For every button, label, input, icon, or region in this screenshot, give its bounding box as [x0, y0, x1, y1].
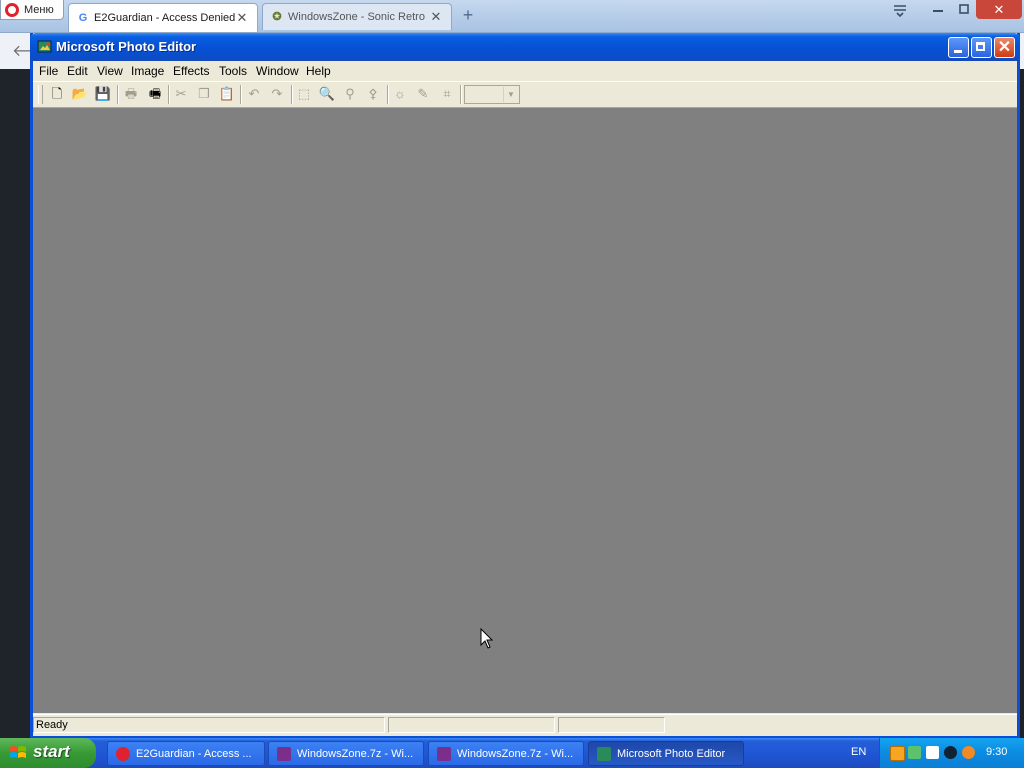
toolbar-separator: [387, 85, 389, 104]
chevron-down-icon[interactable]: ▼: [503, 87, 518, 102]
photo-editor-app-icon: [597, 746, 611, 761]
cut-icon[interactable]: ✂: [171, 85, 191, 103]
new-tab-button[interactable]: +: [459, 6, 477, 24]
media-icon[interactable]: [944, 746, 957, 759]
start-label: start: [33, 742, 70, 761]
menu-view[interactable]: View: [97, 64, 123, 78]
taskbar-item-photo-editor[interactable]: Microsoft Photo Editor: [588, 741, 744, 766]
tab-menu-icon[interactable]: [888, 2, 912, 18]
menu-effects[interactable]: Effects: [173, 64, 209, 78]
open-icon[interactable]: 📂: [70, 85, 90, 103]
language-indicator[interactable]: EN: [851, 746, 866, 758]
maximize-button[interactable]: [971, 37, 992, 58]
tab-title: E2Guardian - Access Denied: [94, 12, 235, 24]
clock: 9:30: [986, 746, 1008, 758]
zoom-icon[interactable]: 🔍: [317, 85, 337, 103]
browser-minimize-button[interactable]: [926, 2, 950, 18]
undo-icon[interactable]: ↶: [244, 85, 264, 103]
search-icon[interactable]: [962, 746, 975, 759]
new-icon[interactable]: 🗋: [47, 85, 67, 103]
transparency-icon[interactable]: ☼: [390, 85, 410, 103]
stamp-icon[interactable]: ⚲: [340, 85, 360, 103]
taskbar-item-winrar-1[interactable]: WindowsZone.7z - Wi...: [268, 741, 424, 766]
status-pane-2: [388, 717, 555, 733]
opera-icon: [116, 746, 130, 761]
sonic-retro-favicon-icon: ✪: [272, 11, 282, 23]
menu-tools[interactable]: Tools: [219, 64, 247, 78]
menu-help[interactable]: Help: [306, 64, 331, 78]
paste-icon[interactable]: 📋: [217, 85, 237, 103]
winrar-icon: [277, 746, 291, 761]
network-icon[interactable]: [908, 746, 921, 759]
browser-restore-button[interactable]: [952, 2, 976, 18]
close-icon: ✕: [997, 39, 1012, 56]
browser-close-button[interactable]: ✕: [976, 0, 1022, 19]
menu-image[interactable]: Image: [131, 64, 164, 78]
copy-icon[interactable]: ❐: [194, 85, 214, 103]
toolbar: 🗋 📂 💾 🖶 🖷 ✂ ❐ 📋 ↶ ↷ ⬚ 🔍 ⚲ ⚴ ☼ ✎ ⌗ ▼: [33, 81, 1017, 108]
status-pane-3: [558, 717, 665, 733]
status-text: Ready: [33, 717, 385, 733]
redo-icon[interactable]: ↷: [267, 85, 287, 103]
browser-page-background: [0, 69, 30, 739]
toolbar-separator: [240, 85, 242, 104]
task-label: Microsoft Photo Editor: [617, 747, 726, 760]
photo-editor-app-icon: [37, 40, 52, 53]
menu-file[interactable]: File: [39, 64, 58, 78]
browser-menu-button[interactable]: Меню: [0, 0, 64, 20]
window-title: Microsoft Photo Editor: [56, 39, 197, 54]
browser-tab-windowszone[interactable]: ✪ WindowsZone - Sonic Retro ✕: [262, 3, 452, 30]
close-button[interactable]: ✕: [994, 37, 1015, 58]
browser-menu-label: Меню: [24, 3, 54, 16]
scan-icon[interactable]: 🖷: [145, 85, 165, 103]
toolbar-separator: [460, 85, 462, 104]
menu-window[interactable]: Window: [256, 64, 299, 78]
task-label: E2Guardian - Access ...: [136, 747, 252, 760]
zoom-dropdown[interactable]: ▼: [464, 85, 520, 104]
menu-bar: File Edit View Image Effects Tools Windo…: [33, 61, 1017, 80]
start-button[interactable]: start: [0, 738, 96, 768]
tab-title: WindowsZone - Sonic Retro: [288, 11, 425, 23]
tray-app-icon[interactable]: [890, 746, 905, 761]
status-bar: Ready: [33, 714, 1017, 736]
menu-edit[interactable]: Edit: [67, 64, 88, 78]
toolbar-grip[interactable]: [38, 85, 43, 104]
safely-remove-icon[interactable]: [926, 746, 939, 759]
print-icon[interactable]: 🖶: [121, 85, 141, 103]
taskbar-item-opera[interactable]: E2Guardian - Access ...: [107, 741, 265, 766]
google-favicon-icon: G: [78, 12, 88, 24]
task-label: WindowsZone.7z - Wi...: [297, 747, 414, 760]
mouse-cursor-icon: [480, 628, 494, 649]
toolbar-separator: [168, 85, 170, 104]
system-tray: 9:30: [879, 738, 1024, 768]
toolbar-separator: [291, 85, 293, 104]
task-label: WindowsZone.7z - Wi...: [457, 747, 574, 760]
title-bar[interactable]: Microsoft Photo Editor ✕: [30, 33, 1020, 61]
windows-logo-icon: [10, 746, 26, 758]
tab-close-icon[interactable]: ✕: [429, 9, 443, 25]
minimize-button[interactable]: [948, 37, 969, 58]
taskbar-item-winrar-2[interactable]: WindowsZone.7z - Wi...: [428, 741, 584, 766]
crop-icon[interactable]: ⌗: [437, 85, 457, 103]
browser-tabbar: Меню G E2Guardian - Access Denied ✕ ✪ Wi…: [0, 0, 1024, 33]
tab-close-icon[interactable]: ✕: [235, 10, 249, 26]
eyedropper-icon[interactable]: ✎: [413, 85, 433, 103]
select-icon[interactable]: ⬚: [294, 85, 314, 103]
taskbar: start E2Guardian - Access ... WindowsZon…: [0, 738, 1024, 768]
toolbar-separator: [117, 85, 119, 104]
mdi-client-area[interactable]: [33, 108, 1017, 713]
smudge-icon[interactable]: ⚴: [363, 85, 383, 103]
opera-logo-icon: [5, 2, 19, 17]
browser-tab-e2guardian[interactable]: G E2Guardian - Access Denied ✕: [68, 3, 258, 32]
photo-editor-window: Microsoft Photo Editor ✕ File Edit View …: [30, 33, 1020, 738]
winrar-icon: [437, 746, 451, 761]
save-icon[interactable]: 💾: [93, 85, 113, 103]
